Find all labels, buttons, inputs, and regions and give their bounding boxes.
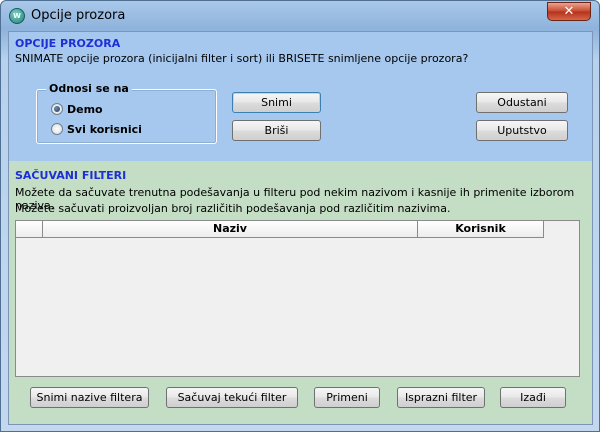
options-description: SNIMATE opcije prozora (inicijalni filte…: [15, 52, 469, 65]
exit-button[interactable]: Izađi: [500, 387, 566, 408]
title-bar[interactable]: W Opcije prozora ✕: [1, 1, 599, 31]
column-header-name[interactable]: Naziv: [43, 221, 418, 238]
radio-unselected-icon[interactable]: [51, 123, 63, 135]
options-panel: OPCIJE PROZORA SNIMATE opcije prozora (i…: [9, 32, 592, 161]
apply-button[interactable]: Primeni: [314, 387, 380, 408]
radio-demo[interactable]: Demo: [51, 102, 103, 116]
save-filter-names-button[interactable]: Snimi nazive filtera: [30, 387, 149, 408]
applies-to-group: Odnosi se na Demo Svi korisnici: [36, 82, 217, 144]
row-selector-header: [16, 221, 43, 238]
filters-table[interactable]: Naziv Korisnik: [15, 220, 580, 377]
help-button[interactable]: Uputstvo: [476, 120, 568, 141]
app-logo-icon: W: [9, 8, 25, 24]
window-title: Opcije prozora: [31, 8, 126, 23]
filters-heading: SAČUVANI FILTERI: [15, 169, 127, 182]
close-button[interactable]: ✕: [547, 2, 591, 21]
radio-demo-label: Demo: [67, 102, 103, 116]
radio-all-users[interactable]: Svi korisnici: [51, 122, 142, 136]
table-header: Naziv Korisnik: [16, 221, 544, 238]
applies-to-group-title: Odnosi se na: [46, 82, 132, 95]
dialog-window: W Opcije prozora ✕ OPCIJE PROZORA SNIMAT…: [0, 0, 600, 432]
cancel-button[interactable]: Odustani: [476, 92, 568, 113]
delete-button[interactable]: Briši: [232, 120, 321, 141]
column-header-user[interactable]: Korisnik: [418, 221, 544, 238]
saved-filters-panel: SAČUVANI FILTERI Možete da sačuvate tren…: [9, 161, 592, 424]
options-heading: OPCIJE PROZORA: [15, 37, 121, 50]
filters-description-2: Možete sačuvati proizvoljan broj različi…: [15, 202, 451, 215]
save-current-filter-button[interactable]: Sačuvaj tekući filter: [166, 387, 298, 408]
clear-filter-button[interactable]: Isprazni filter: [397, 387, 485, 408]
save-button[interactable]: Snimi: [232, 92, 321, 113]
dialog-client: OPCIJE PROZORA SNIMATE opcije prozora (i…: [8, 31, 593, 425]
radio-selected-icon[interactable]: [51, 103, 63, 115]
radio-all-users-label: Svi korisnici: [67, 122, 142, 136]
